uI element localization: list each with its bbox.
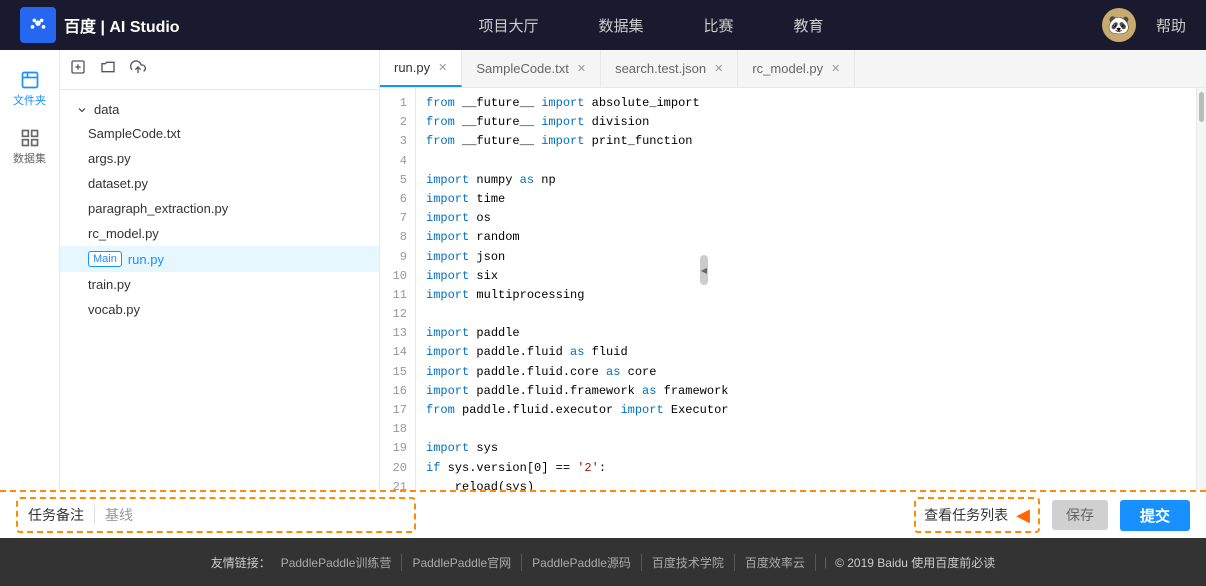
bottom-bar: 任务备注 基线 查看任务列表 ◀ 保存 提交: [0, 490, 1206, 538]
file-panel: data SampleCode.txt args.py dataset.py p…: [60, 50, 380, 490]
task-divider: [94, 505, 95, 525]
file-name: SampleCode.txt: [88, 126, 181, 141]
footer-link-paddlesrc[interactable]: PaddlePaddle源码: [522, 554, 642, 571]
tab-samplecode[interactable]: SampleCode.txt ✕: [462, 50, 601, 87]
line-numbers: 123456789101112131415161718192021222324: [380, 88, 416, 490]
avatar[interactable]: 🐼: [1102, 8, 1136, 42]
top-navigation: 百度 | AI Studio 项目大厅 数据集 比赛 教育 🐼 帮助: [0, 0, 1206, 50]
baidu-logo: [20, 7, 56, 43]
nav-projects[interactable]: 项目大厅: [478, 15, 538, 36]
tab-label: search.test.json: [615, 61, 706, 76]
right-actions: 查看任务列表 ◀: [914, 497, 1040, 533]
tab-rcmodel[interactable]: rc_model.py ✕: [738, 50, 855, 87]
sidebar-files-label: 文件夹: [13, 92, 46, 108]
file-name: vocab.py: [88, 302, 140, 317]
footer: 友情链接： PaddlePaddle训练营 PaddlePaddle官网 Pad…: [0, 538, 1206, 586]
footer-sep: |: [816, 555, 835, 569]
tab-label: run.py: [394, 60, 430, 75]
nav-education[interactable]: 教育: [794, 15, 824, 36]
logo-text: 百度 | AI Studio: [64, 13, 180, 37]
sidebar: 文件夹 数据集: [0, 50, 60, 490]
footer-link-paddleofficial[interactable]: PaddlePaddle官网: [402, 554, 522, 571]
upload-icon[interactable]: [130, 59, 146, 80]
panel-collapse-arrow[interactable]: ◀: [700, 255, 708, 285]
footer-link-baidutechacademy[interactable]: 百度技术学院: [642, 554, 735, 571]
tab-close-runpy[interactable]: ✕: [438, 61, 447, 74]
sidebar-datasets-label: 数据集: [13, 150, 46, 166]
footer-link-paddlecamp[interactable]: PaddlePaddle训练营: [271, 554, 403, 571]
sidebar-item-files[interactable]: 文件夹: [0, 60, 59, 118]
file-name: dataset.py: [88, 176, 148, 191]
logo-area: 百度 | AI Studio: [20, 7, 200, 43]
tree-file-dataset[interactable]: dataset.py: [60, 171, 379, 196]
tree-file-runpy[interactable]: Main run.py: [60, 246, 379, 272]
tree-file-vocab[interactable]: vocab.py: [60, 297, 379, 322]
nav-datasets[interactable]: 数据集: [598, 15, 643, 36]
new-file-icon[interactable]: [70, 59, 86, 80]
code-content[interactable]: from __future__ import absolute_import f…: [416, 88, 1196, 490]
save-button[interactable]: 保存: [1052, 500, 1108, 530]
scrollbar[interactable]: [1196, 88, 1206, 490]
file-name: paragraph_extraction.py: [88, 201, 228, 216]
tab-label: rc_model.py: [752, 61, 823, 76]
footer-link-baiduefficiency[interactable]: 百度效率云: [735, 554, 816, 571]
file-name: args.py: [88, 151, 131, 166]
baseline-label: 基线: [105, 505, 133, 525]
tree-file-paragraph[interactable]: paragraph_extraction.py: [60, 196, 379, 221]
tree-file-samplecode[interactable]: SampleCode.txt: [60, 121, 379, 146]
task-label: 任务备注: [28, 505, 94, 525]
nav-competition[interactable]: 比赛: [703, 15, 733, 36]
editor-area: run.py ✕ SampleCode.txt ✕ search.test.js…: [380, 50, 1206, 490]
nav-right: 🐼 帮助: [1102, 8, 1186, 42]
tree-folder-data[interactable]: data: [60, 98, 379, 121]
tab-close-samplecode[interactable]: ✕: [577, 62, 586, 75]
tab-close-searchjson[interactable]: ✕: [714, 62, 723, 75]
file-toolbar: [60, 50, 379, 90]
sidebar-item-datasets[interactable]: 数据集: [0, 118, 59, 176]
file-name: run.py: [128, 252, 164, 267]
code-editor[interactable]: 123456789101112131415161718192021222324 …: [380, 88, 1206, 490]
file-name: train.py: [88, 277, 131, 292]
tab-close-rcmodel[interactable]: ✕: [831, 62, 840, 75]
tab-label: SampleCode.txt: [476, 61, 569, 76]
view-task-button[interactable]: 查看任务列表: [924, 505, 1008, 525]
main-badge: Main: [88, 251, 122, 267]
arrow-left-icon: ◀: [1016, 505, 1030, 526]
footer-prefix: 友情链接：: [211, 554, 271, 571]
help-link[interactable]: 帮助: [1156, 15, 1186, 36]
tab-runpy[interactable]: run.py ✕: [380, 50, 462, 87]
tab-searchjson[interactable]: search.test.json ✕: [601, 50, 738, 87]
tree-file-rcmodel[interactable]: rc_model.py: [60, 221, 379, 246]
nav-items: 项目大厅 数据集 比赛 教育: [240, 15, 1062, 36]
task-input-area: 任务备注 基线: [16, 497, 416, 533]
folder-name: data: [94, 102, 119, 117]
tabs-bar: run.py ✕ SampleCode.txt ✕ search.test.js…: [380, 50, 1206, 88]
submit-button[interactable]: 提交: [1120, 500, 1190, 531]
tree-file-args[interactable]: args.py: [60, 146, 379, 171]
tree-file-train[interactable]: train.py: [60, 272, 379, 297]
file-name: rc_model.py: [88, 226, 159, 241]
footer-copyright: © 2019 Baidu 使用百度前必读: [835, 554, 995, 571]
file-tree: data SampleCode.txt args.py dataset.py p…: [60, 90, 379, 490]
main-layout: 文件夹 数据集: [0, 50, 1206, 490]
new-folder-icon[interactable]: [100, 59, 116, 80]
